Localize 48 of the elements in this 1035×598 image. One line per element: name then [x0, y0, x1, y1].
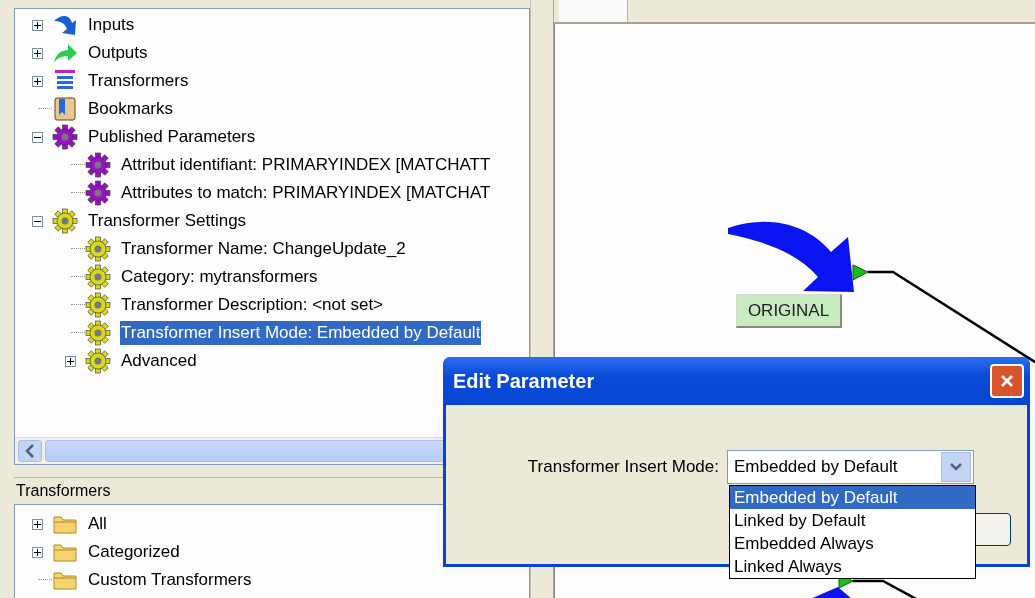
expand-icon[interactable] — [32, 546, 43, 558]
dropdown-option[interactable]: Embedded by Default — [730, 486, 975, 509]
tree-item[interactable]: Transformer Settings — [87, 209, 248, 233]
tree-item[interactable]: Transformer Name: ChangeUpdate_2 — [120, 237, 407, 261]
gear-icon — [52, 208, 78, 234]
gear-icon — [85, 152, 111, 178]
tree-item[interactable]: Transformers — [87, 69, 190, 93]
expand-icon[interactable] — [65, 355, 76, 367]
dropdown-option[interactable]: Embedded Always — [730, 532, 975, 555]
gear-icon — [85, 292, 111, 318]
tree-item[interactable]: Attributes to match: PRIMARYINDEX [MATCHAT — [120, 181, 492, 205]
tree-item[interactable]: Bookmarks — [87, 97, 175, 121]
tree-item[interactable]: Attribut identifiant: PRIMARYINDEX [MATCHATT — [120, 153, 492, 177]
tree-item[interactable]: Published Parameters — [87, 125, 257, 149]
collapse-icon[interactable] — [32, 131, 43, 143]
insert-mode-dropdown[interactable]: Embedded by Default — [727, 450, 974, 484]
close-button[interactable] — [990, 364, 1024, 398]
scroll-left-button[interactable] — [18, 440, 42, 462]
close-icon — [999, 373, 1015, 389]
tree-item[interactable]: Transformer Insert Mode: Embedded by Default — [120, 321, 482, 345]
expand-icon[interactable] — [32, 75, 43, 87]
tree-item[interactable]: Inputs — [87, 13, 136, 37]
gear-icon — [85, 236, 111, 262]
book-icon — [52, 96, 78, 122]
workspace-node[interactable]: ORIGINAL — [736, 294, 842, 328]
panel-title: Transformers — [16, 482, 111, 500]
tree-item[interactable]: Outputs — [87, 41, 149, 65]
tree-item[interactable]: All — [87, 512, 108, 536]
collapse-icon[interactable] — [32, 215, 43, 227]
dialog-title: Edit Parameter — [453, 369, 595, 393]
gear-icon — [85, 320, 111, 346]
dropdown-option[interactable]: Linked Always — [730, 555, 975, 578]
tree-item[interactable]: Category: mytransformers — [120, 265, 319, 289]
tree-item[interactable]: Transformer Description: <not set> — [120, 293, 385, 317]
gear-icon — [85, 348, 111, 374]
expand-icon[interactable] — [32, 19, 43, 31]
gear-icon — [85, 180, 111, 206]
expand-icon[interactable] — [32, 47, 43, 59]
tree-item[interactable]: Categorized — [87, 540, 181, 564]
dropdown-value: Embedded by Default — [734, 457, 898, 477]
field-label: Transformer Insert Mode: — [526, 457, 719, 477]
dropdown-option[interactable]: Linked by Default — [730, 509, 975, 532]
tree-item[interactable]: Custom Transformers — [87, 568, 253, 592]
gear-icon — [85, 264, 111, 290]
tree-item[interactable]: Advanced — [120, 349, 198, 373]
input-port[interactable] — [852, 264, 869, 281]
gear-icon — [52, 124, 78, 150]
expand-icon[interactable] — [32, 518, 43, 530]
